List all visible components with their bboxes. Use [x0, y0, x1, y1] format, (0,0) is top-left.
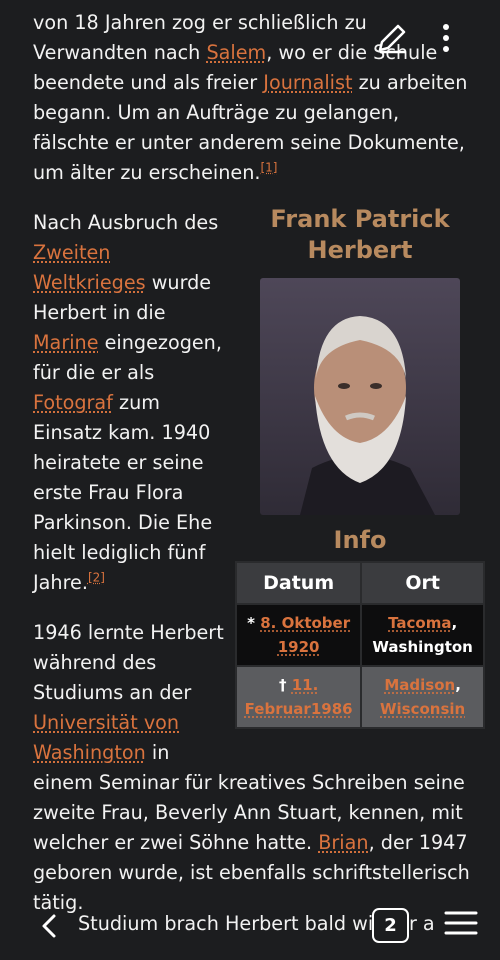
portrait-photo: [260, 278, 460, 515]
pencil-icon: [378, 24, 406, 54]
link-fotograf[interactable]: Fotograf: [33, 391, 113, 414]
table-row: * 8. Oktober 1920 Tacoma, Washington: [234, 603, 485, 667]
birth-date-cell: * 8. Oktober 1920: [234, 603, 363, 667]
infobox: Frank Patrick Herbert Info Datum Ort * 8…: [234, 204, 485, 729]
link-zweiter-weltkrieg[interactable]: Zweiten Weltkrieges: [33, 241, 146, 294]
link-marine[interactable]: Marine: [33, 331, 99, 354]
header-ort: Ort: [360, 561, 485, 605]
more-vertical-icon: [443, 24, 449, 52]
text: Nach Ausbruch des: [33, 211, 219, 234]
edit-button[interactable]: [372, 18, 412, 58]
infobox-subtitle: Info: [333, 526, 387, 554]
header-datum: Datum: [234, 561, 363, 605]
death-symbol: †: [278, 676, 287, 694]
text: 1946 lernte Herbert während des Studiums…: [33, 621, 224, 704]
birth-symbol: *: [247, 614, 255, 632]
hamburger-menu-icon: [444, 911, 478, 935]
tab-count-button[interactable]: 2: [372, 908, 409, 943]
link-tacoma[interactable]: Tacoma: [388, 614, 451, 632]
footnote-1[interactable]: [1]: [260, 161, 277, 175]
birth-place-cell: Tacoma, Washington: [360, 603, 485, 667]
infobox-table: Datum Ort * 8. Oktober 1920 Tacoma, Wash…: [234, 561, 485, 729]
back-button[interactable]: [32, 908, 68, 944]
link-death-date[interactable]: 11. Februar1986: [245, 676, 353, 718]
footnote-2[interactable]: [2]: [88, 571, 105, 585]
menu-button[interactable]: [444, 908, 478, 940]
portrait-image: [300, 316, 435, 515]
death-place-cell: Madison, Wisconsin: [360, 665, 485, 729]
bottom-toolbar: Studium brach Herbert bald wieder a 2: [0, 900, 500, 960]
more-options-button[interactable]: [426, 18, 466, 58]
chevron-left-icon: [42, 914, 56, 938]
link-wisconsin[interactable]: Wisconsin: [380, 700, 465, 718]
article-body: von 18 Jahren zog er schließlich zu Verw…: [33, 8, 485, 938]
table-row: † 11. Februar1986 Madison, Wisconsin: [234, 665, 485, 729]
reader-page: von 18 Jahren zog er schließlich zu Verw…: [0, 0, 500, 960]
link-salem[interactable]: Salem: [206, 41, 266, 64]
text: zum Einsatz kam. 1940 heiratete er seine…: [33, 391, 213, 594]
link-journalist[interactable]: Journalist: [263, 71, 352, 94]
infobox-title: Frank Patrick Herbert: [270, 205, 450, 264]
link-birth-date[interactable]: 8. Oktober 1920: [260, 614, 350, 656]
death-date-cell: † 11. Februar1986: [234, 665, 363, 729]
link-madison[interactable]: Madison: [384, 676, 455, 694]
text: ,: [455, 676, 461, 694]
link-brian[interactable]: Brian: [318, 831, 368, 854]
